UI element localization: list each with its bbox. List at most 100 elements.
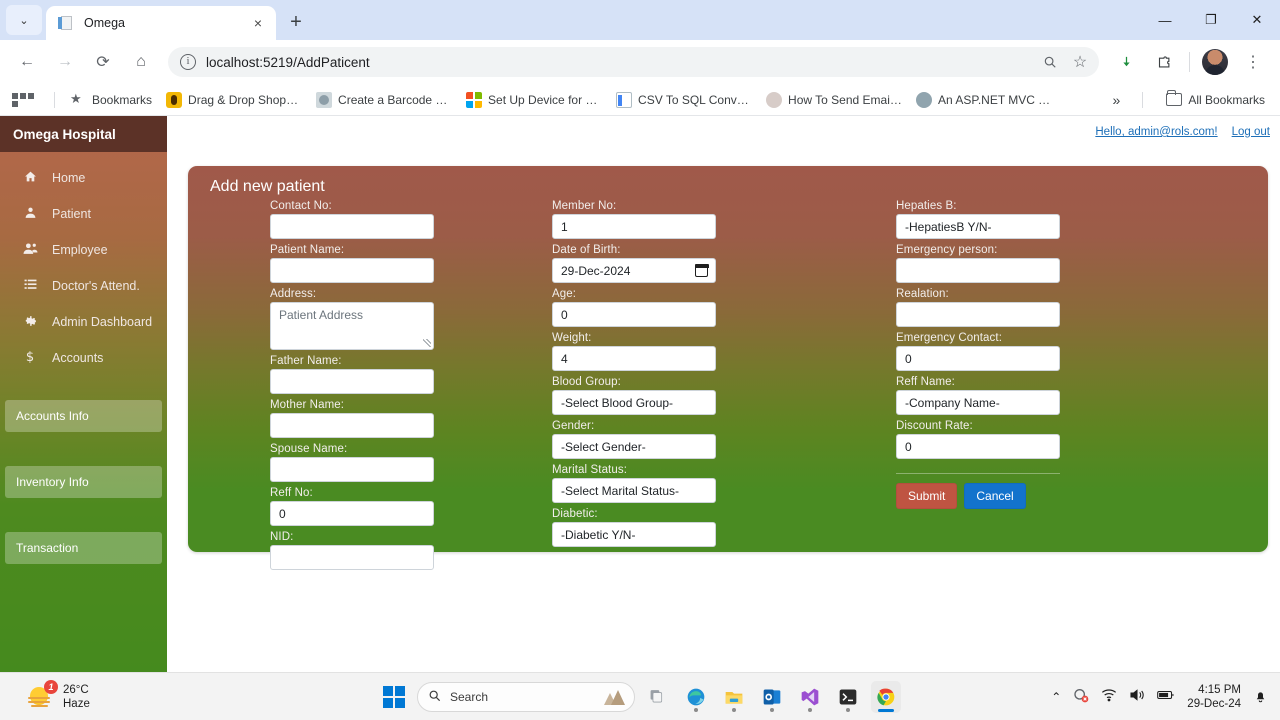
tab-search-button[interactable]: ⌄ xyxy=(6,5,42,35)
notification-icon[interactable] xyxy=(1253,688,1268,706)
tray-expand-icon[interactable]: ⌃ xyxy=(1051,690,1061,704)
reff-no-input[interactable]: 0 xyxy=(270,501,434,526)
search-icon xyxy=(428,689,441,705)
address-bar[interactable]: i localhost:5219/AddPaticent ☆ xyxy=(168,47,1099,77)
field-contact-no: Contact No: xyxy=(270,200,552,239)
emergency-contact-input[interactable]: 0 xyxy=(896,346,1060,371)
wifi-icon[interactable] xyxy=(1101,688,1117,705)
chrome-button[interactable] xyxy=(871,680,901,713)
site-info-icon[interactable]: i xyxy=(180,54,196,70)
bookmark-item[interactable]: ★ Bookmarks xyxy=(63,89,159,111)
emergency-person-input[interactable] xyxy=(896,258,1060,283)
greeting-link[interactable]: Hello, admin@rols.com! xyxy=(1095,126,1217,138)
reload-icon[interactable]: ⟳ xyxy=(88,47,118,77)
minimize-button[interactable]: — xyxy=(1142,0,1188,40)
visual-studio-button[interactable] xyxy=(795,681,825,713)
dollar-icon: $ xyxy=(25,350,35,365)
member-no-input[interactable]: 1 xyxy=(552,214,716,239)
mother-name-input[interactable] xyxy=(270,413,434,438)
bookmark-item[interactable]: Create a Barcode Sc... xyxy=(309,89,459,111)
search-input[interactable]: Search xyxy=(417,681,635,712)
field-discount-rate: Discount Rate: 0 xyxy=(896,420,1226,459)
field-label: Reff No: xyxy=(270,487,313,499)
clock[interactable]: 4:15 PM 29-Dec-24 xyxy=(1187,683,1241,711)
extensions-icon[interactable] xyxy=(1149,47,1179,77)
maximize-button[interactable]: ❐ xyxy=(1188,0,1234,40)
divider xyxy=(54,91,55,108)
task-view-button[interactable] xyxy=(643,681,673,713)
forward-icon[interactable]: → xyxy=(50,47,80,77)
new-tab-button[interactable]: + xyxy=(282,8,310,36)
calendar-icon[interactable] xyxy=(694,263,709,277)
sidebar-button-transaction[interactable]: Transaction xyxy=(5,532,162,564)
reff-name-select[interactable]: -Company Name- xyxy=(896,390,1060,415)
sidebar-item-patient[interactable]: Patient xyxy=(0,196,167,232)
apps-grid-icon[interactable] xyxy=(12,92,36,107)
file-explorer-button[interactable] xyxy=(719,681,749,713)
browser-tab[interactable]: Omega × xyxy=(46,6,276,40)
download-icon[interactable] xyxy=(1111,47,1141,77)
bookmark-item[interactable]: CSV To SQL Convert... xyxy=(609,89,759,111)
gender-select[interactable]: -Select Gender- xyxy=(552,434,716,459)
profile-avatar[interactable] xyxy=(1200,47,1230,77)
outlook-button[interactable] xyxy=(757,681,787,713)
weather-widget[interactable]: 1 26°C Haze xyxy=(0,679,90,711)
sidebar-button-accounts-info[interactable]: Accounts Info xyxy=(5,400,162,432)
sidebar-button-inventory-info[interactable]: Inventory Info xyxy=(5,466,162,498)
browser-menu-icon[interactable]: ⋮ xyxy=(1238,47,1268,77)
chevron-down-icon: ⌄ xyxy=(19,13,29,27)
field-diabetic: Diabetic: -Diabetic Y/N- xyxy=(552,508,896,547)
edge-button[interactable] xyxy=(681,681,711,713)
field-label: Blood Group: xyxy=(552,376,621,388)
back-icon[interactable]: ← xyxy=(12,47,42,77)
bookmark-item[interactable]: Drag & Drop Shopp... xyxy=(159,89,309,111)
sidebar-item-doctors-attend[interactable]: Doctor's Attend. xyxy=(0,268,167,304)
realation-input[interactable] xyxy=(896,302,1060,327)
browser-window: ⌄ Omega × + — ❐ ✕ ← → ⟳ ⌂ i localhost:52… xyxy=(0,0,1280,672)
close-icon[interactable]: × xyxy=(248,13,268,33)
start-button[interactable] xyxy=(379,681,409,713)
terminal-button[interactable] xyxy=(833,681,863,713)
blood-group-select[interactable]: -Select Blood Group- xyxy=(552,390,716,415)
bookmark-item[interactable]: An ASP.NET MVC Tr... xyxy=(909,89,1059,111)
logout-link[interactable]: Log out xyxy=(1232,126,1270,138)
close-window-button[interactable]: ✕ xyxy=(1234,0,1280,40)
home-icon[interactable]: ⌂ xyxy=(126,47,156,77)
sidebar-item-employee[interactable]: Employee xyxy=(0,232,167,268)
field-label: Father Name: xyxy=(270,355,342,367)
field-label: Contact No: xyxy=(270,200,332,212)
person-icon xyxy=(766,91,783,108)
user-topbar: Hello, admin@rols.com! Log out xyxy=(167,116,1280,139)
field-label: Discount Rate: xyxy=(896,420,973,432)
battery-icon[interactable] xyxy=(1157,689,1175,704)
age-input[interactable]: 0 xyxy=(552,302,716,327)
divider xyxy=(896,473,1060,474)
marital-status-select[interactable]: -Select Marital Status- xyxy=(552,478,716,503)
nid-input[interactable] xyxy=(270,545,434,570)
field-label: Emergency person: xyxy=(896,244,998,256)
search-icon[interactable] xyxy=(1037,49,1063,75)
hepaties-b-select[interactable]: -HepatiesB Y/N- xyxy=(896,214,1060,239)
weight-input[interactable]: 4 xyxy=(552,346,716,371)
sidebar-item-accounts[interactable]: $ Accounts xyxy=(0,340,167,375)
bookmark-item[interactable]: How To Send Email... xyxy=(759,89,909,111)
bookmark-star-icon[interactable]: ☆ xyxy=(1067,49,1093,75)
form-column-1: Contact No: Patient Name: Address: Patie… xyxy=(208,200,552,575)
spouse-name-input[interactable] xyxy=(270,457,434,482)
volume-icon[interactable] xyxy=(1129,688,1145,705)
antivirus-icon[interactable] xyxy=(1073,687,1089,706)
bookmark-item[interactable]: Set Up Device for D... xyxy=(459,89,609,111)
patient-name-input[interactable] xyxy=(270,258,434,283)
all-bookmarks-button[interactable]: All Bookmarks xyxy=(1159,90,1272,110)
cancel-button[interactable]: Cancel xyxy=(964,483,1026,509)
father-name-input[interactable] xyxy=(270,369,434,394)
diabetic-select[interactable]: -Diabetic Y/N- xyxy=(552,522,716,547)
bookmarks-overflow-icon[interactable]: » xyxy=(1107,92,1127,108)
sidebar-item-home[interactable]: Home xyxy=(0,160,167,196)
discount-rate-input[interactable]: 0 xyxy=(896,434,1060,459)
date-of-birth-input[interactable]: 29-Dec-2024 xyxy=(552,258,716,283)
contact-no-input[interactable] xyxy=(270,214,434,239)
sidebar-item-admin-dashboard[interactable]: Admin Dashboard xyxy=(0,304,167,340)
submit-button[interactable]: Submit xyxy=(896,483,958,509)
address-textarea[interactable]: Patient Address xyxy=(270,302,434,350)
